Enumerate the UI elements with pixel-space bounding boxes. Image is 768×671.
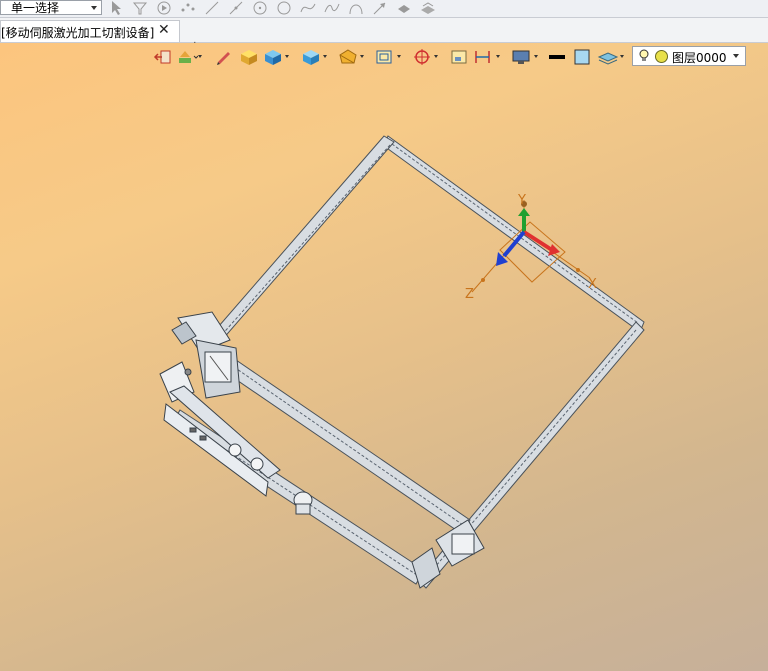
tab-document[interactable]: [移动伺服激光加工切割设备] ✕ [0,20,180,42]
line-icon[interactable] [203,0,221,16]
command-bar: 单一选择 [0,0,768,18]
vertex-icon[interactable] [395,0,413,16]
arrow-icon[interactable] [371,0,389,16]
pointer-icon[interactable] [107,0,125,16]
document-tab-bar: [移动伺服激光加工切割设备] ✕ + [0,18,768,56]
fan-unit [293,491,313,515]
selection-mode-value: 单一选择 [11,1,60,15]
frame-rail-top-right [383,135,645,333]
surface-icon[interactable] [419,0,437,16]
model-view[interactable]: Y X Z [0,43,768,671]
circle-center-icon[interactable] [251,0,269,16]
points-icon[interactable] [179,0,197,16]
frame-gantry-beam [227,359,471,535]
arc-icon[interactable] [323,0,341,16]
line-icon[interactable] [227,0,245,16]
motor-bracket [411,519,485,589]
spline-icon[interactable] [299,0,317,16]
axis-x-label: X [588,277,597,292]
axis-z-label: Z [465,287,474,302]
arc-icon[interactable] [347,0,365,16]
frame-rail-top-left [211,135,395,341]
selection-mode-dropdown[interactable]: 单一选择 [0,0,102,15]
filter-icon[interactable] [131,0,149,16]
circle-icon[interactable] [275,0,293,16]
close-icon[interactable]: ✕ [158,22,170,38]
play-icon[interactable] [155,0,173,16]
axis-y-label: Y [517,193,526,208]
chevron-down-icon [91,6,97,10]
tab-title: [移动伺服激光加工切割设备] [1,26,155,40]
